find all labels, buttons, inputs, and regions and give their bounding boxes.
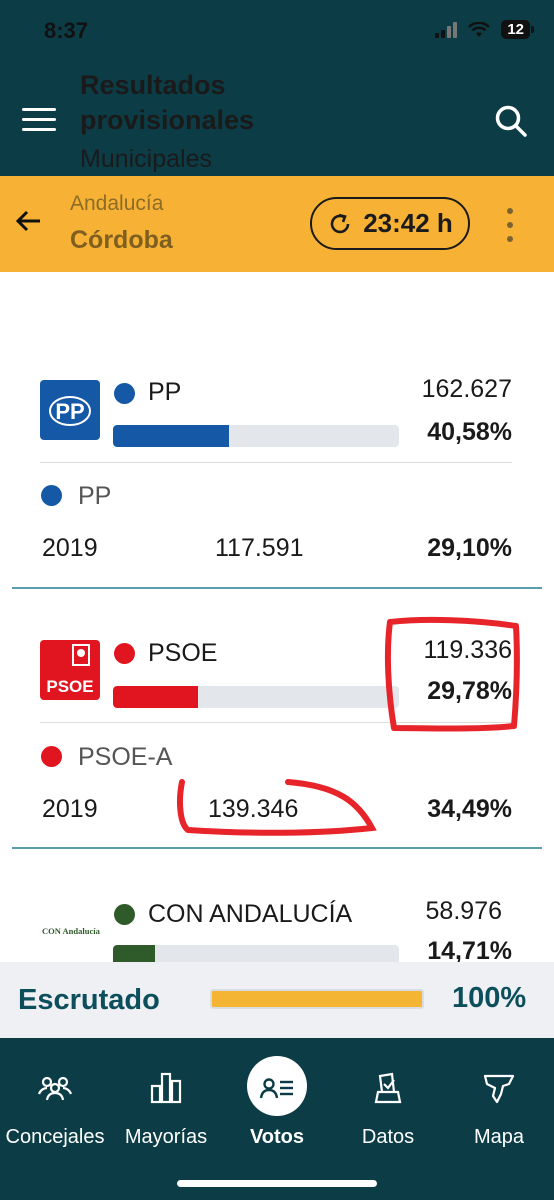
svg-text:CON Andalucía: CON Andalucía	[42, 926, 100, 936]
scrutiny-label: Escrutado	[18, 984, 160, 1016]
party-name: PP	[148, 378, 182, 406]
party-name: PSOE	[148, 639, 218, 667]
back-arrow-icon[interactable]	[14, 206, 44, 236]
status-icons: 12	[435, 20, 534, 39]
ballot-icon	[374, 1072, 402, 1104]
nav-item-votos[interactable]: Votos	[222, 1038, 332, 1162]
nav-item-datos[interactable]: Datos	[333, 1038, 443, 1162]
pp-prev-dot	[41, 485, 62, 506]
scrutiny-percent: 100%	[452, 982, 527, 1014]
prev-votes: 139.346	[208, 795, 299, 823]
pp-logo-icon: PP	[49, 396, 91, 426]
status-time: 8:37	[44, 18, 89, 43]
vote-card-icon	[259, 1078, 293, 1099]
prev-percent: 29,10%	[427, 534, 512, 562]
party-name: CON ANDALUCÍA	[148, 900, 353, 928]
wifi-icon	[468, 21, 491, 37]
nav-label: Mayorías	[124, 1126, 208, 1148]
prev-year: 2019	[42, 534, 98, 562]
psoe-logo-icon: PSOE	[46, 644, 94, 696]
page-subtitle: Municipales	[80, 145, 213, 173]
page-title: Resultados provisionales	[80, 70, 255, 135]
section-divider	[12, 587, 542, 589]
party-votes: 162.627	[421, 375, 512, 403]
red-annotation-box	[384, 616, 520, 732]
pp-logo: PP	[40, 380, 100, 440]
prev-votes: 117.591	[215, 534, 304, 562]
home-indicator	[177, 1180, 377, 1187]
divider	[40, 462, 512, 463]
refresh-icon	[330, 213, 350, 233]
region-label: Andalucía	[70, 192, 164, 215]
nav-item-mapa[interactable]: Mapa	[444, 1038, 554, 1162]
search-icon[interactable]	[494, 104, 528, 138]
more-options-icon[interactable]	[505, 208, 515, 242]
psoe-dot	[114, 643, 135, 664]
signal-icon	[435, 21, 458, 38]
people-icon	[37, 1076, 73, 1101]
psoe-logo: PSOE	[40, 640, 100, 700]
city-label: Córdoba	[70, 226, 173, 254]
party-percent: 40,58%	[427, 418, 512, 446]
pp-dot	[114, 383, 135, 404]
prev-party-name: PSOE-A	[78, 743, 173, 771]
conandalucia-logo-icon: CON Andalucía	[42, 926, 101, 936]
scrutiny-progress	[210, 989, 424, 1009]
hamburger-icon	[22, 108, 56, 111]
nav-item-mayorias[interactable]: Mayorías	[111, 1038, 221, 1162]
prev-party-name: PP	[78, 482, 112, 510]
prev-year: 2019	[42, 795, 98, 823]
map-icon	[483, 1074, 515, 1104]
svg-text:PSOE: PSOE	[46, 677, 93, 696]
party-votes: 119.336	[423, 636, 512, 664]
prev-percent: 34,49%	[427, 795, 512, 823]
nav-item-concejales[interactable]: Concejales	[0, 1038, 110, 1162]
menu-button[interactable]	[22, 108, 56, 134]
party-votes: 58.976	[425, 897, 502, 925]
psoe-prev-dot	[41, 746, 62, 767]
location-bar	[0, 176, 554, 272]
refresh-button[interactable]: 23:42 h	[310, 197, 470, 250]
nav-label: Concejales	[5, 1126, 105, 1148]
nav-label: Mapa	[473, 1126, 525, 1148]
conandalucia-logo: CON Andalucía	[40, 900, 101, 960]
divider	[40, 722, 512, 723]
svg-text:PP: PP	[55, 399, 84, 424]
party-percent: 29,78%	[427, 677, 512, 705]
conandalucia-dot	[114, 904, 135, 925]
update-time: 23:42 h	[363, 208, 453, 238]
battery-icon: 12	[501, 20, 534, 39]
bar-chart-icon	[150, 1072, 182, 1104]
nav-label: Datos	[361, 1126, 415, 1148]
section-divider	[12, 847, 542, 849]
nav-label: Votos	[249, 1126, 305, 1148]
